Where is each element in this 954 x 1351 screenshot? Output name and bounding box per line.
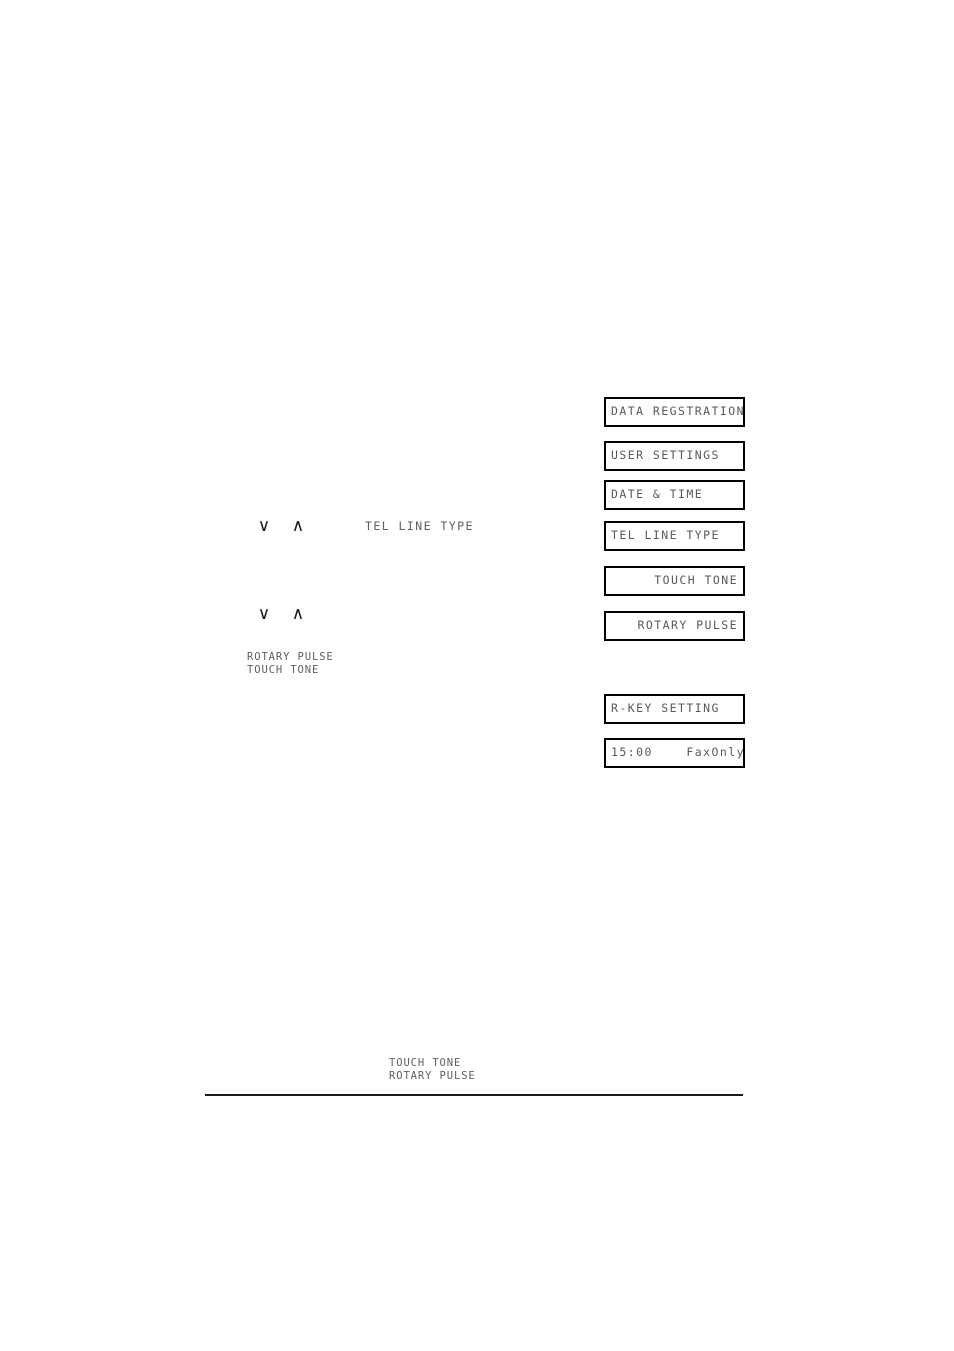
lcd-rotary-pulse[interactable]: ROTARY PULSE xyxy=(604,611,745,641)
footnote-option-list: TOUCH TONE ROTARY PULSE xyxy=(389,1057,476,1082)
lcd-r-key-setting[interactable]: R-KEY SETTING xyxy=(604,694,745,724)
lcd-standby-status[interactable]: 15:00 FaxOnly xyxy=(604,738,745,768)
chevron-down-icon[interactable]: ∨ xyxy=(255,606,273,623)
step-one-row: ∨ ∧ TEL LINE TYPE xyxy=(255,518,474,535)
lcd-standby-status-text: 15:00 FaxOnly xyxy=(611,745,745,760)
lcd-date-and-time-text: DATE & TIME xyxy=(611,487,704,502)
lcd-rotary-pulse-text: ROTARY PULSE xyxy=(637,618,738,633)
chevron-up-icon[interactable]: ∧ xyxy=(289,606,307,623)
chevron-up-icon[interactable]: ∧ xyxy=(289,518,307,535)
lcd-user-settings-text: USER SETTINGS xyxy=(611,448,720,463)
line-type-option-list: ROTARY PULSE TOUCH TONE xyxy=(247,651,334,676)
chevron-down-icon[interactable]: ∨ xyxy=(255,518,273,535)
step-two-row: ∨ ∧ xyxy=(255,606,307,623)
lcd-r-key-setting-text: R-KEY SETTING xyxy=(611,701,720,716)
lcd-user-settings[interactable]: USER SETTINGS xyxy=(604,441,745,471)
lcd-touch-tone[interactable]: TOUCH TONE xyxy=(604,566,745,596)
lcd-data-registration-text: DATA REGSTRATION xyxy=(611,404,745,419)
page-divider-rule xyxy=(205,1094,743,1096)
step-one-label: TEL LINE TYPE xyxy=(365,518,474,533)
lcd-touch-tone-text: TOUCH TONE xyxy=(654,573,738,588)
lcd-date-and-time[interactable]: DATE & TIME xyxy=(604,480,745,510)
lcd-tel-line-type-text: TEL LINE TYPE xyxy=(611,528,720,543)
lcd-tel-line-type[interactable]: TEL LINE TYPE xyxy=(604,521,745,551)
lcd-data-registration[interactable]: DATA REGSTRATION xyxy=(604,397,745,427)
